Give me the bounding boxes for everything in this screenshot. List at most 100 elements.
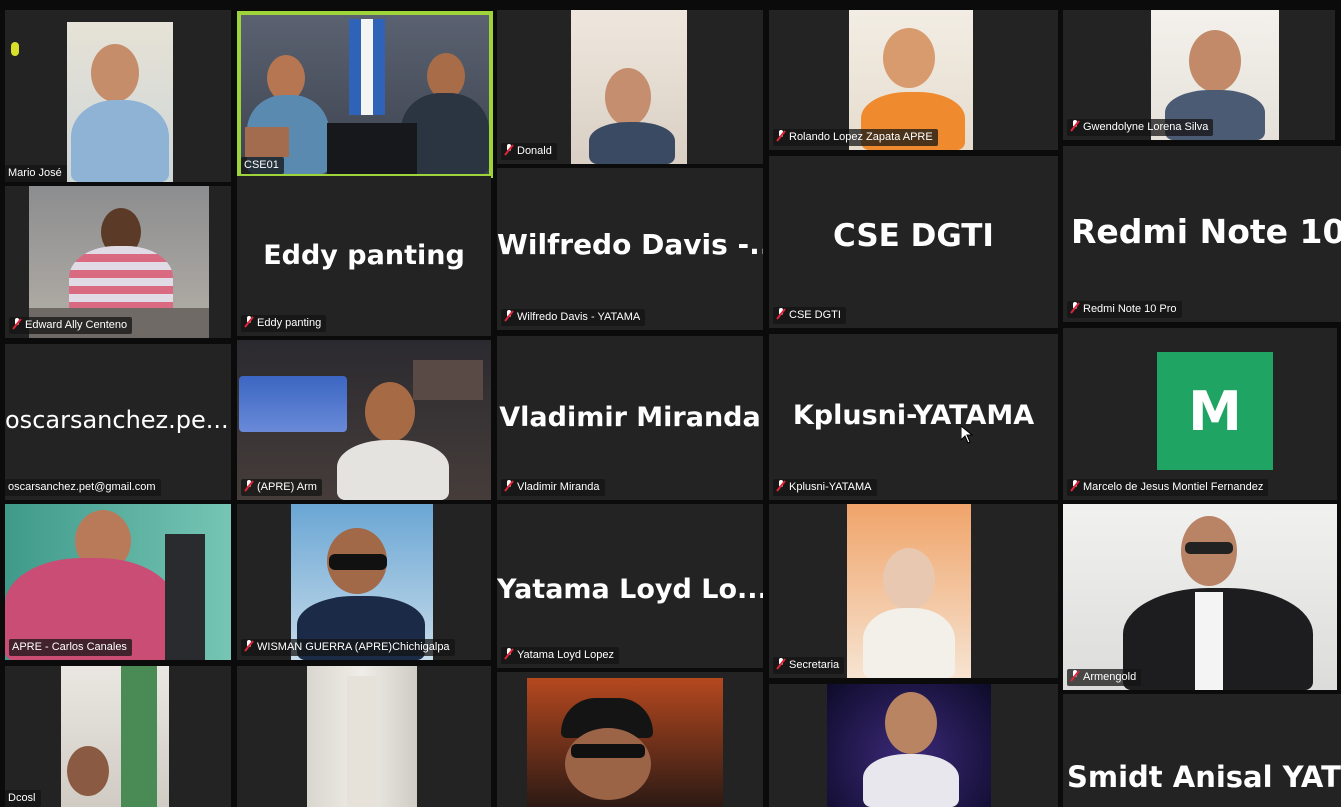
participant-label: Vladimir Miranda xyxy=(501,479,605,496)
participant-display-name: Vladimir Miranda xyxy=(499,402,761,433)
participant-display-name: Kplusni-YATAMA xyxy=(792,400,1035,431)
sunglasses xyxy=(571,744,645,758)
participant-display-name: Yatama Loyd Lo... xyxy=(497,574,763,605)
participant-tile[interactable]: Mario José xyxy=(5,10,231,182)
participant-video xyxy=(241,15,489,174)
mic-muted-icon xyxy=(776,658,786,670)
participant-video xyxy=(237,340,491,500)
mic-muted-icon xyxy=(244,316,254,328)
participant-body xyxy=(69,246,173,316)
participant-label: CSE DGTI xyxy=(773,307,846,324)
participant-face xyxy=(565,728,651,800)
participant-display-name: Redmi Note 10 P... xyxy=(1071,212,1341,251)
participant-tile[interactable]: Armengold xyxy=(1063,504,1337,690)
participant-tile[interactable]: M Marcelo de Jesus Montiel Fernandez xyxy=(1063,328,1337,500)
mic-muted-icon xyxy=(504,480,514,492)
mic-muted-icon xyxy=(504,144,514,156)
participant-body xyxy=(71,100,169,182)
banner xyxy=(239,376,347,432)
participant-face xyxy=(885,692,937,754)
participant-tile[interactable]: APRE - Carlos Canales xyxy=(5,504,231,660)
participant-tile[interactable]: Wilfredo Davis -... Wilfredo Davis - YAT… xyxy=(497,168,763,330)
participant-label: APRE - Carlos Canales xyxy=(9,639,132,656)
participant-tile[interactable] xyxy=(497,672,763,807)
participant-tile[interactable]: oscarsanchez.pe... oscarsanchez.pet@gmai… xyxy=(5,344,231,500)
participant-label: Rolando Lopez Zapata APRE xyxy=(773,129,938,146)
participant-label: Dcosl xyxy=(5,790,41,807)
participant-tile[interactable]: Redmi Note 10 P... Redmi Note 10 Pro xyxy=(1063,146,1341,322)
participant-tile-active-speaker[interactable]: CSE01 xyxy=(237,11,493,178)
participant-label: Yatama Loyd Lopez xyxy=(501,647,620,664)
participant-face xyxy=(67,746,109,796)
participant-label: Secretaria xyxy=(773,657,845,674)
laptop xyxy=(327,123,417,174)
shirt xyxy=(1195,592,1223,690)
participant-face xyxy=(883,28,935,88)
flag xyxy=(349,19,385,115)
participant-label: WISMAN GUERRA (APRE)Chichigalpa xyxy=(241,639,455,656)
participant-label: Gwendolyne Lorena Silva xyxy=(1067,119,1214,136)
mic-muted-icon xyxy=(244,480,254,492)
mic-muted-icon xyxy=(776,480,786,492)
participant-display-name: CSE DGTI xyxy=(833,218,994,254)
participant-video xyxy=(827,684,991,807)
laptop xyxy=(245,127,289,157)
participant-tile[interactable]: Smidt Anisal YAT xyxy=(1063,694,1341,807)
participant-tile[interactable]: Kplusni-YATAMA Kplusni-YATAMA xyxy=(769,334,1058,500)
participant-body xyxy=(589,122,675,164)
participant-tile[interactable]: WISMAN GUERRA (APRE)Chichigalpa xyxy=(237,504,491,660)
mic-muted-icon xyxy=(1070,480,1080,492)
participant-video xyxy=(291,504,433,660)
mic-muted-icon xyxy=(12,318,22,330)
mic-muted-icon xyxy=(1070,302,1080,314)
participant-tile[interactable]: Vladimir Miranda Vladimir Miranda xyxy=(497,336,763,500)
participant-body xyxy=(337,440,449,500)
participant-display-name: Eddy panting xyxy=(263,240,465,271)
mic-muted-icon xyxy=(244,640,254,652)
mic-muted-icon xyxy=(776,130,786,142)
participant-label: Mario José xyxy=(5,165,67,182)
participant-label: CSE01 xyxy=(241,157,284,174)
participant-display-name: oscarsanchez.pe... xyxy=(5,406,229,434)
participant-tile[interactable]: Yatama Loyd Lo... Yatama Loyd Lopez xyxy=(497,504,763,668)
participant-label: Wilfredo Davis - YATAMA xyxy=(501,309,646,326)
participant-face xyxy=(1189,30,1241,92)
participant-label: Marcelo de Jesus Montiel Fernandez xyxy=(1067,479,1269,496)
participant-tile[interactable]: Gwendolyne Lorena Silva xyxy=(1063,10,1335,140)
participant-video xyxy=(307,666,417,807)
participant-video xyxy=(571,10,687,164)
participant-video xyxy=(67,22,173,182)
participant-body xyxy=(863,754,959,807)
mic-muted-icon xyxy=(1070,670,1080,682)
participant-tile[interactable]: CSE DGTI CSE DGTI xyxy=(769,156,1058,328)
participant-label: oscarsanchez.pet@gmail.com xyxy=(5,479,161,496)
participant-label: Donald xyxy=(501,143,557,160)
participant-video xyxy=(1063,504,1337,690)
door xyxy=(347,676,377,807)
mic-muted-icon xyxy=(504,310,514,322)
mic-muted-icon xyxy=(776,308,786,320)
participant-tile[interactable]: Secretaria xyxy=(769,504,1058,678)
participant-display-name: Wilfredo Davis -... xyxy=(497,228,763,261)
plant xyxy=(121,666,157,807)
participant-label: Kplusni-YATAMA xyxy=(773,479,877,496)
yellow-hand-icon xyxy=(11,42,19,56)
participant-tile[interactable]: Donald xyxy=(497,10,763,164)
participant-video xyxy=(29,186,209,338)
participant-tile[interactable] xyxy=(237,666,491,807)
participant-face xyxy=(883,548,935,610)
mic-muted-icon xyxy=(1070,120,1080,132)
participant-tile[interactable]: Eddy panting Eddy panting xyxy=(237,176,491,336)
sunglasses xyxy=(329,554,387,570)
participant-tile[interactable]: Edward Ally Centeno xyxy=(5,186,231,338)
participant-tile[interactable]: Rolando Lopez Zapata APRE xyxy=(769,10,1058,150)
participant-tile[interactable] xyxy=(769,684,1058,807)
participant-label: Edward Ally Centeno xyxy=(9,317,133,334)
participant-avatar: M xyxy=(1157,352,1273,470)
participant-tile[interactable]: Dcosl xyxy=(5,666,231,807)
participant-label: Eddy panting xyxy=(241,315,327,332)
participant-label: Redmi Note 10 Pro xyxy=(1067,301,1182,318)
participant-tile[interactable]: (APRE) Arm xyxy=(237,340,491,500)
participant-video xyxy=(527,678,723,807)
participant-body xyxy=(863,608,955,678)
